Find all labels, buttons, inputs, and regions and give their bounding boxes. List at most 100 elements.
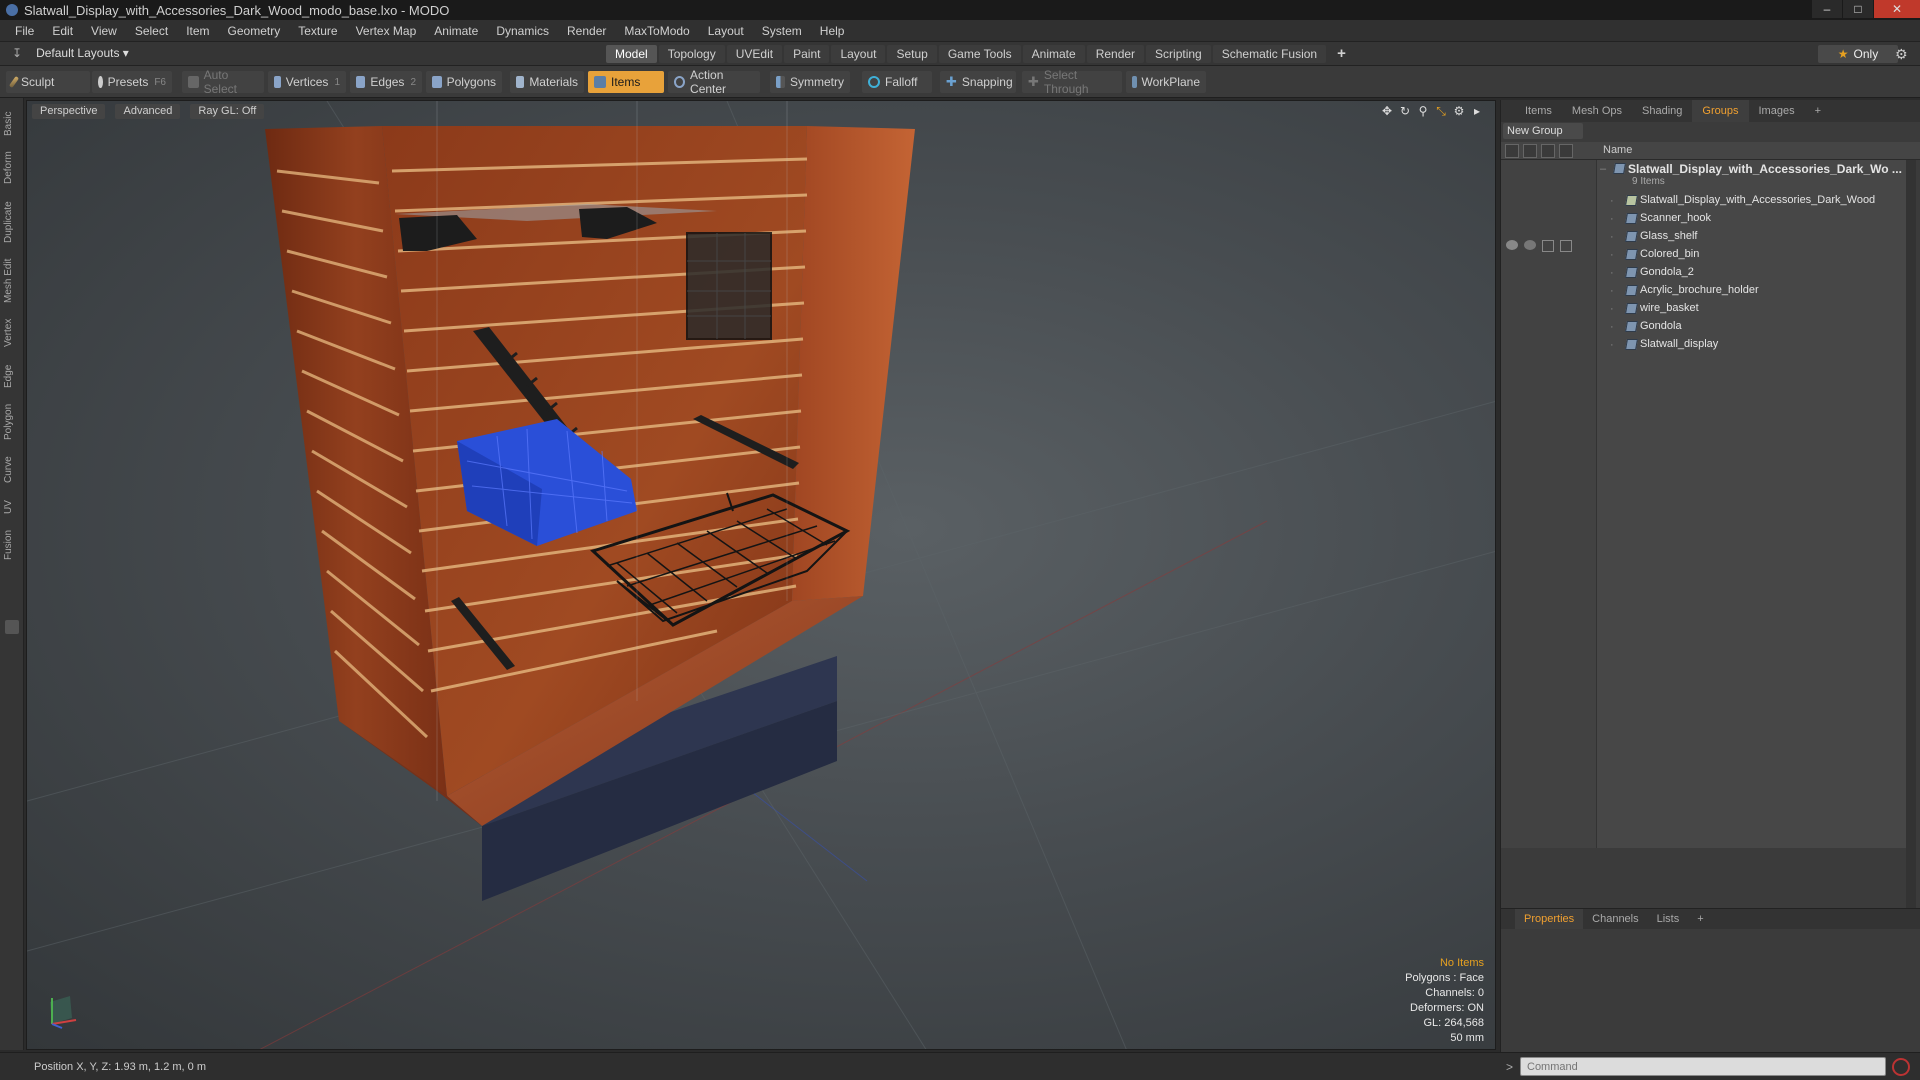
tree-item-row[interactable]: · Slatwall_display <box>1610 336 1920 354</box>
command-input[interactable] <box>1520 1057 1886 1076</box>
panel-toggle-icon[interactable] <box>5 620 19 634</box>
root-render-icon[interactable] <box>1524 240 1536 250</box>
add-tab-button[interactable]: + <box>1328 45 1355 63</box>
action-center-button[interactable]: Action Center <box>668 68 760 96</box>
tab-basic[interactable]: Basic <box>3 106 21 142</box>
tab-fusion[interactable]: Fusion <box>3 526 21 564</box>
menu-system[interactable]: System <box>753 24 811 38</box>
tab-shading[interactable]: Shading <box>1632 100 1692 122</box>
raygl-toggle[interactable]: Ray GL: Off <box>190 104 265 119</box>
menu-file[interactable]: File <box>6 24 43 38</box>
add-properties-tab-button[interactable]: + <box>1688 909 1712 929</box>
view-mode-dropdown[interactable]: Perspective <box>32 104 106 119</box>
minimize-icon[interactable]: – <box>1812 0 1842 18</box>
root-lock-checkbox[interactable] <box>1542 240 1554 252</box>
render-column-icon[interactable] <box>1523 144 1537 158</box>
menu-select[interactable]: Select <box>126 24 177 38</box>
viewport-gear-icon[interactable]: ⚙ <box>1450 104 1468 119</box>
root-select-checkbox[interactable] <box>1560 240 1572 252</box>
rotate-icon[interactable]: ↻ <box>1396 104 1414 119</box>
select-through-button[interactable]: ✚ Select Through <box>1022 68 1122 96</box>
root-visibility-eye-icon[interactable] <box>1506 240 1518 250</box>
edges-button[interactable]: Edges 2 <box>350 71 422 93</box>
tab-vertex[interactable]: Vertex <box>3 314 21 352</box>
tree-item-row[interactable]: · wire_basket <box>1610 300 1920 318</box>
tree-item-row[interactable]: · Acrylic_brochure_holder <box>1610 282 1920 300</box>
tab-lists[interactable]: Lists <box>1648 909 1689 929</box>
menu-edit[interactable]: Edit <box>43 24 82 38</box>
tab-scripting[interactable]: Scripting <box>1146 45 1211 63</box>
tab-channels[interactable]: Channels <box>1583 909 1647 929</box>
menu-layout[interactable]: Layout <box>699 24 753 38</box>
name-column-header[interactable]: Name <box>1603 144 1632 156</box>
pan-icon[interactable]: ✥ <box>1378 104 1396 119</box>
sculpt-button[interactable]: Sculpt <box>6 71 90 93</box>
zoom-icon[interactable]: ⚲ <box>1414 104 1432 119</box>
new-group-button[interactable]: New Group <box>1503 123 1583 139</box>
viewport-menu-arrow-icon[interactable]: ▸ <box>1468 104 1486 119</box>
maximize-icon[interactable]: □ <box>1843 0 1873 18</box>
tab-game-tools[interactable]: Game Tools <box>938 45 1021 63</box>
layout-dropdown[interactable]: ↧ Default Layouts ▾ <box>12 46 129 60</box>
tab-setup[interactable]: Setup <box>887 45 937 63</box>
symmetry-button[interactable]: Symmetry <box>770 71 850 93</box>
tab-schematic-fusion[interactable]: Schematic Fusion <box>1212 45 1327 63</box>
menu-vertex-map[interactable]: Vertex Map <box>347 24 426 38</box>
shading-dropdown[interactable]: Advanced <box>115 104 181 119</box>
menu-help[interactable]: Help <box>811 24 854 38</box>
menu-view[interactable]: View <box>82 24 126 38</box>
groups-scrollbar[interactable] <box>1906 160 1916 908</box>
tree-item-row[interactable]: · Gondola <box>1610 318 1920 336</box>
3d-viewport[interactable] <box>26 100 1496 1050</box>
tab-curve[interactable]: Curve <box>3 452 21 488</box>
collapse-toggle-icon[interactable]: – <box>1600 163 1606 175</box>
stop-icon[interactable] <box>1892 1058 1910 1076</box>
tab-groups[interactable]: Groups <box>1692 100 1749 122</box>
tab-deform[interactable]: Deform <box>3 148 21 188</box>
falloff-button[interactable]: Falloff <box>862 71 932 93</box>
menu-animate[interactable]: Animate <box>425 24 487 38</box>
vertices-button[interactable]: Vertices 1 <box>268 71 346 93</box>
tree-item-row[interactable]: · Gondola_2 <box>1610 264 1920 282</box>
tab-model[interactable]: Model <box>606 45 657 63</box>
tab-edge[interactable]: Edge <box>3 360 21 392</box>
add-panel-tab-button[interactable]: + <box>1805 100 1831 122</box>
lock-column-icon[interactable] <box>1541 144 1555 158</box>
menu-render[interactable]: Render <box>558 24 615 38</box>
menu-item[interactable]: Item <box>177 24 218 38</box>
tab-topology[interactable]: Topology <box>658 45 725 63</box>
select-column-icon[interactable] <box>1559 144 1573 158</box>
menu-geometry[interactable]: Geometry <box>219 24 290 38</box>
fit-icon[interactable]: ⤡ <box>1432 104 1450 119</box>
menu-texture[interactable]: Texture <box>289 24 346 38</box>
tab-properties[interactable]: Properties <box>1515 909 1584 929</box>
items-button[interactable]: Items <box>588 71 664 93</box>
polygons-button[interactable]: Polygons <box>426 71 502 93</box>
tab-duplicate[interactable]: Duplicate <box>3 196 21 248</box>
tab-animate[interactable]: Animate <box>1022 45 1085 63</box>
tree-item-row[interactable]: · Glass_shelf <box>1610 228 1920 246</box>
tree-item-row[interactable]: · Colored_bin <box>1610 246 1920 264</box>
workplane-button[interactable]: WorkPlane <box>1126 71 1206 93</box>
menu-dynamics[interactable]: Dynamics <box>487 24 558 38</box>
tree-item-row[interactable]: · Scanner_hook <box>1610 210 1920 228</box>
auto-select-button[interactable]: Auto Select <box>182 68 264 96</box>
tab-mesh-ops[interactable]: Mesh Ops <box>1562 100 1632 122</box>
menu-maxtomodo[interactable]: MaxToModo <box>615 24 698 38</box>
presets-button[interactable]: Presets F6 <box>92 71 172 93</box>
gear-icon[interactable]: ⚙ <box>1895 46 1911 62</box>
tab-polygon[interactable]: Polygon <box>3 400 21 444</box>
materials-button[interactable]: Materials <box>510 71 584 93</box>
tab-uv[interactable]: UV <box>3 496 21 518</box>
tab-paint[interactable]: Paint <box>784 45 830 63</box>
tab-items[interactable]: Items <box>1515 100 1562 122</box>
tab-mesh-edit[interactable]: Mesh Edit <box>3 256 21 306</box>
close-icon[interactable]: ✕ <box>1874 0 1920 18</box>
tab-uvedit[interactable]: UVEdit <box>726 45 783 63</box>
tab-render[interactable]: Render <box>1086 45 1145 63</box>
only-button[interactable]: ★ Only <box>1818 45 1898 63</box>
tab-layout[interactable]: Layout <box>831 45 886 63</box>
visibility-column-icon[interactable] <box>1505 144 1519 158</box>
tree-item-row[interactable]: · Slatwall_Display_with_Accessories_Dark… <box>1610 192 1920 210</box>
snapping-button[interactable]: ✚ Snapping <box>940 71 1016 93</box>
